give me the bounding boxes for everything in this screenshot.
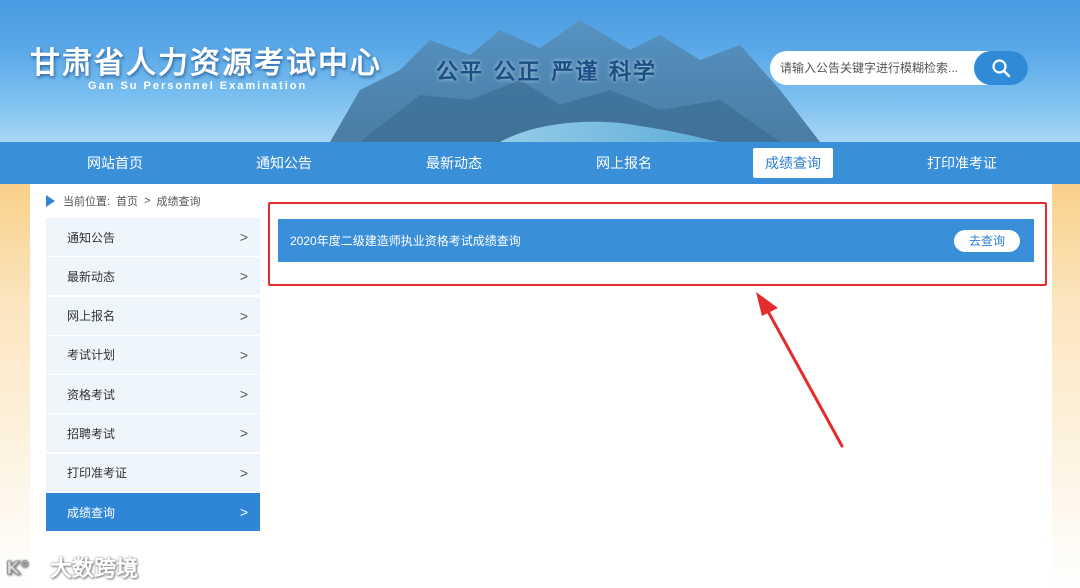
watermark-text: 大数跨境 [50,556,139,581]
location-arrow-icon [46,195,55,207]
breadcrumb-prefix: 当前位置: [63,196,111,208]
breadcrumb-home-link[interactable]: 首页 [116,193,138,209]
site-title: 甘肃省人力资源考试中心 [30,46,382,81]
chevron-right-icon: > [239,307,248,324]
result-row: 2020年度二级建造师执业资格考试成绩查询 去查询 [278,219,1034,262]
sidebar-item-news[interactable]: 最新动态 > [46,257,260,296]
svg-text:K°: K° [6,558,29,579]
chevron-right-icon: > [239,425,248,442]
watermark: K° 大数跨境 [6,552,138,582]
sidebar-item-registration[interactable]: 网上报名 > [46,296,260,335]
sidebar-item-label: 资格考试 [67,387,116,402]
main-nav: 网站首页 通知公告 最新动态 网上报名 成绩查询 打印准考证 [0,142,1080,184]
sidebar-item-score-query[interactable]: 成绩查询 > [46,493,260,532]
search-icon [992,59,1011,78]
sidebar-item-qualification-exam[interactable]: 资格考试 > [46,375,260,414]
watermark-logo-icon: K° [6,558,29,579]
sidebar-item-label: 网上报名 [67,309,116,324]
nav-item-registration[interactable]: 网上报名 [564,142,684,184]
nav-item-print-admission[interactable]: 打印准考证 [902,142,1022,184]
chevron-right-icon: > [239,464,248,481]
sidebar-item-label: 成绩查询 [67,505,116,520]
sidebar-item-exam-plan[interactable]: 考试计划 > [46,335,260,374]
site-subtitle: Gan Su Personnel Examination [88,80,308,92]
go-query-button[interactable]: 去查询 [954,229,1020,252]
sidebar-item-print-admission[interactable]: 打印准考证 > [46,453,260,492]
left-decor-band [0,184,30,588]
breadcrumb-separator: > [144,195,151,207]
sidebar: 通知公告 > 最新动态 > 网上报名 > 考试计划 > 资格考试 > 招聘考试 … [46,218,260,532]
chevron-right-icon: > [239,386,248,403]
site-slogan: 公平 公正 严谨 科学 [436,59,657,85]
chevron-right-icon: > [239,268,248,285]
sidebar-item-notices[interactable]: 通知公告 > [46,218,260,256]
chevron-right-icon: > [239,229,248,245]
nav-item-home[interactable]: 网站首页 [55,142,175,184]
sidebar-item-label: 打印准考证 [67,466,128,481]
search-box [770,51,1028,85]
right-decor-band [1052,184,1080,588]
sidebar-item-label: 通知公告 [67,230,116,245]
sidebar-item-label: 招聘考试 [67,426,116,441]
search-input[interactable] [780,59,970,77]
site-header: 甘肃省人力资源考试中心 Gan Su Personnel Examination… [0,0,1080,142]
search-button[interactable] [974,51,1028,85]
annotation-arrow-icon [756,292,844,448]
breadcrumb: 当前位置: 首页 > 成绩查询 [46,193,201,209]
sidebar-item-recruitment-exam[interactable]: 招聘考试 > [46,414,260,453]
chevron-right-icon: > [239,504,248,521]
breadcrumb-current: 成绩查询 [156,196,201,208]
nav-item-score-query[interactable]: 成绩查询 [753,148,833,178]
nav-item-news[interactable]: 最新动态 [394,142,514,184]
result-title: 2020年度二级建造师执业资格考试成绩查询 [290,234,521,248]
sidebar-item-label: 最新动态 [67,269,116,284]
nav-item-notices[interactable]: 通知公告 [224,142,344,184]
sidebar-item-label: 考试计划 [67,348,116,363]
chevron-right-icon: > [239,346,248,363]
